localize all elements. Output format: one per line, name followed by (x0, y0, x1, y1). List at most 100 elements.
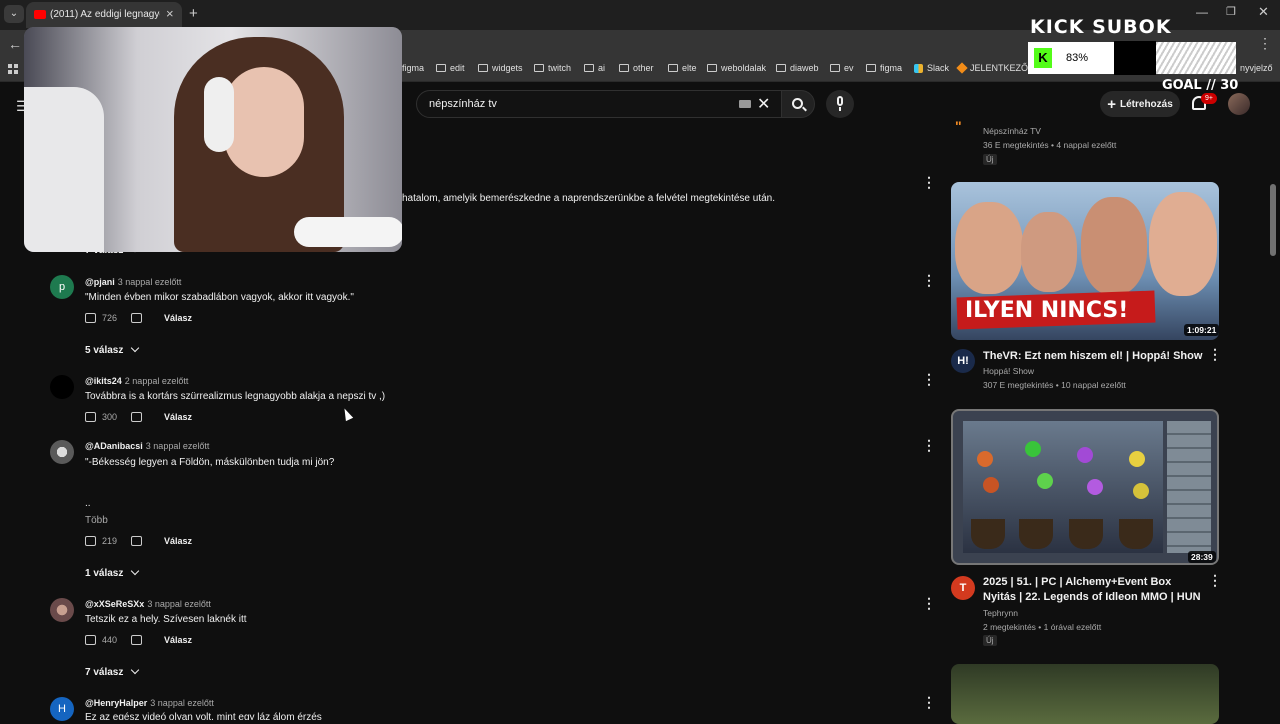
bookmark-other[interactable]: other (619, 63, 654, 73)
bookmark-figma[interactable]: figma (402, 63, 424, 73)
bookmark-twitch[interactable]: twitch (534, 63, 571, 73)
comment-text-extra: .. (85, 498, 91, 509)
comment-text: "-Békesség legyen a Földön, máskülönben … (85, 457, 335, 468)
more-options-icon[interactable]: ⋮ (922, 695, 936, 709)
more-options-icon[interactable]: ⋮ (922, 596, 936, 610)
comment-time: 2 nappal ezelőtt (124, 376, 189, 386)
like-icon[interactable] (85, 412, 96, 422)
bookmark-label: diaweb (790, 63, 819, 73)
channel-name[interactable]: Tephrynn (983, 608, 1018, 618)
search-button[interactable] (781, 90, 815, 118)
bookmark-elte[interactable]: elte (668, 63, 697, 73)
bookmark-ev[interactable]: ev (830, 63, 854, 73)
bookmark-figma-2[interactable]: figma (866, 63, 902, 73)
bookmark-weboldalak[interactable]: weboldalak (707, 63, 766, 73)
comment-author[interactable]: @HenryHalper (85, 698, 147, 708)
back-arrow-icon[interactable]: ← (8, 36, 22, 52)
more-options-icon[interactable]: ⋮ (922, 372, 936, 386)
bookmark-diaweb[interactable]: diaweb (776, 63, 819, 73)
video-title[interactable]: 2025 | 51. | PC | Alchemy+Event Box Nyit… (983, 575, 1205, 605)
clear-search-icon[interactable]: ✕ (757, 94, 770, 114)
replies-toggle[interactable]: 1 válasz (85, 566, 140, 579)
sub-goal-target: GOAL // 30 (1162, 78, 1239, 93)
like-icon[interactable] (85, 635, 96, 645)
comment-author[interactable]: @xXSeReSXx (85, 599, 144, 609)
dislike-icon[interactable] (131, 536, 143, 546)
bookmark-label: weboldalak (721, 63, 767, 73)
comment-author[interactable]: @pjani (85, 277, 115, 287)
bookmark-slack[interactable]: Slack (914, 63, 949, 73)
comment-time: 3 nappal ezelőtt (117, 277, 182, 287)
video-thumbnail[interactable]: 28:39 (951, 409, 1219, 565)
dislike-icon[interactable] (131, 313, 143, 323)
show-more-link[interactable]: Több (85, 515, 108, 526)
tab-search-button[interactable]: ⌄ (4, 5, 24, 23)
kick-logo-icon: K (1034, 48, 1052, 68)
new-tab-icon[interactable]: + (189, 5, 198, 22)
dislike-icon[interactable] (131, 635, 143, 645)
voice-search-button[interactable] (826, 90, 854, 118)
channel-name[interactable]: Népszínház TV (983, 126, 1041, 136)
chevron-down-icon (131, 566, 140, 576)
video-thumbnail[interactable]: ILYEN NINCS! 1:09:21 (951, 182, 1219, 340)
page-scrollbar[interactable] (1270, 184, 1276, 256)
comment-author[interactable]: @ADanibacsi (85, 441, 143, 451)
more-options-icon[interactable]: ⋮ (922, 273, 936, 287)
video-thumbnail[interactable] (951, 664, 1219, 724)
bookmark-ai[interactable]: ai (584, 63, 605, 73)
comment-text: Tetszik ez a hely. Szívesen laknék itt (85, 614, 247, 625)
thumbnail-text: ILYEN NINCS! (965, 298, 1129, 323)
reply-button[interactable]: Válasz (164, 536, 192, 546)
keyboard-icon[interactable] (739, 100, 751, 108)
more-options-icon[interactable]: ⋮ (1208, 347, 1222, 361)
bookmark-widgets[interactable]: widgets (478, 63, 523, 73)
microphone-prop (294, 217, 402, 247)
reply-button[interactable]: Válasz (164, 635, 192, 645)
comment-avatar[interactable] (50, 440, 74, 464)
folder-icon (478, 64, 488, 72)
channel-avatar[interactable]: T (951, 576, 975, 600)
replies-toggle[interactable]: 7 válasz (85, 665, 140, 678)
sub-goal-bar: K 83% (1028, 41, 1236, 75)
browser-tab-active[interactable]: (2011) Az eddigi legnagyobb K × (26, 2, 182, 28)
bookmark-label: edit (450, 63, 465, 73)
reply-button[interactable]: Válasz (164, 412, 192, 422)
plus-icon: + (1107, 95, 1116, 113)
comment-avatar[interactable]: p (50, 275, 74, 299)
webcam-overlay (24, 27, 402, 252)
video-title[interactable]: TheVR: Ezt nem hiszem el! | Hoppá! Show (983, 349, 1205, 364)
thumbnail-face (1021, 212, 1077, 292)
folder-icon (619, 64, 629, 72)
comment-avatar[interactable] (50, 375, 74, 399)
user-avatar[interactable] (1228, 93, 1250, 115)
bookmark-edit[interactable]: edit (436, 63, 465, 73)
channel-name[interactable]: Hoppá! Show (983, 366, 1034, 376)
orb-icon (977, 451, 993, 467)
more-options-icon[interactable]: ⋮ (922, 175, 936, 189)
search-input[interactable]: népszínház tv ✕ (416, 90, 782, 118)
search-input-value: népszínház tv (429, 98, 497, 110)
new-badge: Új (983, 635, 997, 646)
apps-grid-icon[interactable] (8, 64, 18, 74)
comment-author[interactable]: @ikits24 (85, 376, 122, 386)
tab-close-icon[interactable]: × (166, 6, 174, 21)
folder-icon (776, 64, 786, 72)
reply-button[interactable]: Válasz (164, 313, 192, 323)
chevron-down-icon (131, 343, 140, 353)
comment-actions: 300 Válasz (85, 412, 192, 422)
bookmark-label: ev (844, 63, 854, 73)
bookmark-label: Slack (927, 63, 950, 73)
like-icon[interactable] (85, 536, 96, 546)
game-inventory-panel (1167, 421, 1211, 553)
comment-avatar[interactable]: H (50, 697, 74, 721)
comment-header: @ADanibacsi 3 nappal ezelőtt (85, 441, 209, 451)
more-options-icon[interactable]: ⋮ (922, 438, 936, 452)
replies-toggle[interactable]: 5 válasz (85, 343, 140, 356)
channel-avatar[interactable]: H! (951, 349, 975, 373)
more-options-icon[interactable]: ⋮ (1208, 573, 1222, 587)
video-meta: 36 E megtekintés • 4 nappal ezelőtt (983, 140, 1117, 150)
cauldron-icon (971, 519, 1005, 549)
like-icon[interactable] (85, 313, 96, 323)
dislike-icon[interactable] (131, 412, 143, 422)
comment-avatar[interactable] (50, 598, 74, 622)
